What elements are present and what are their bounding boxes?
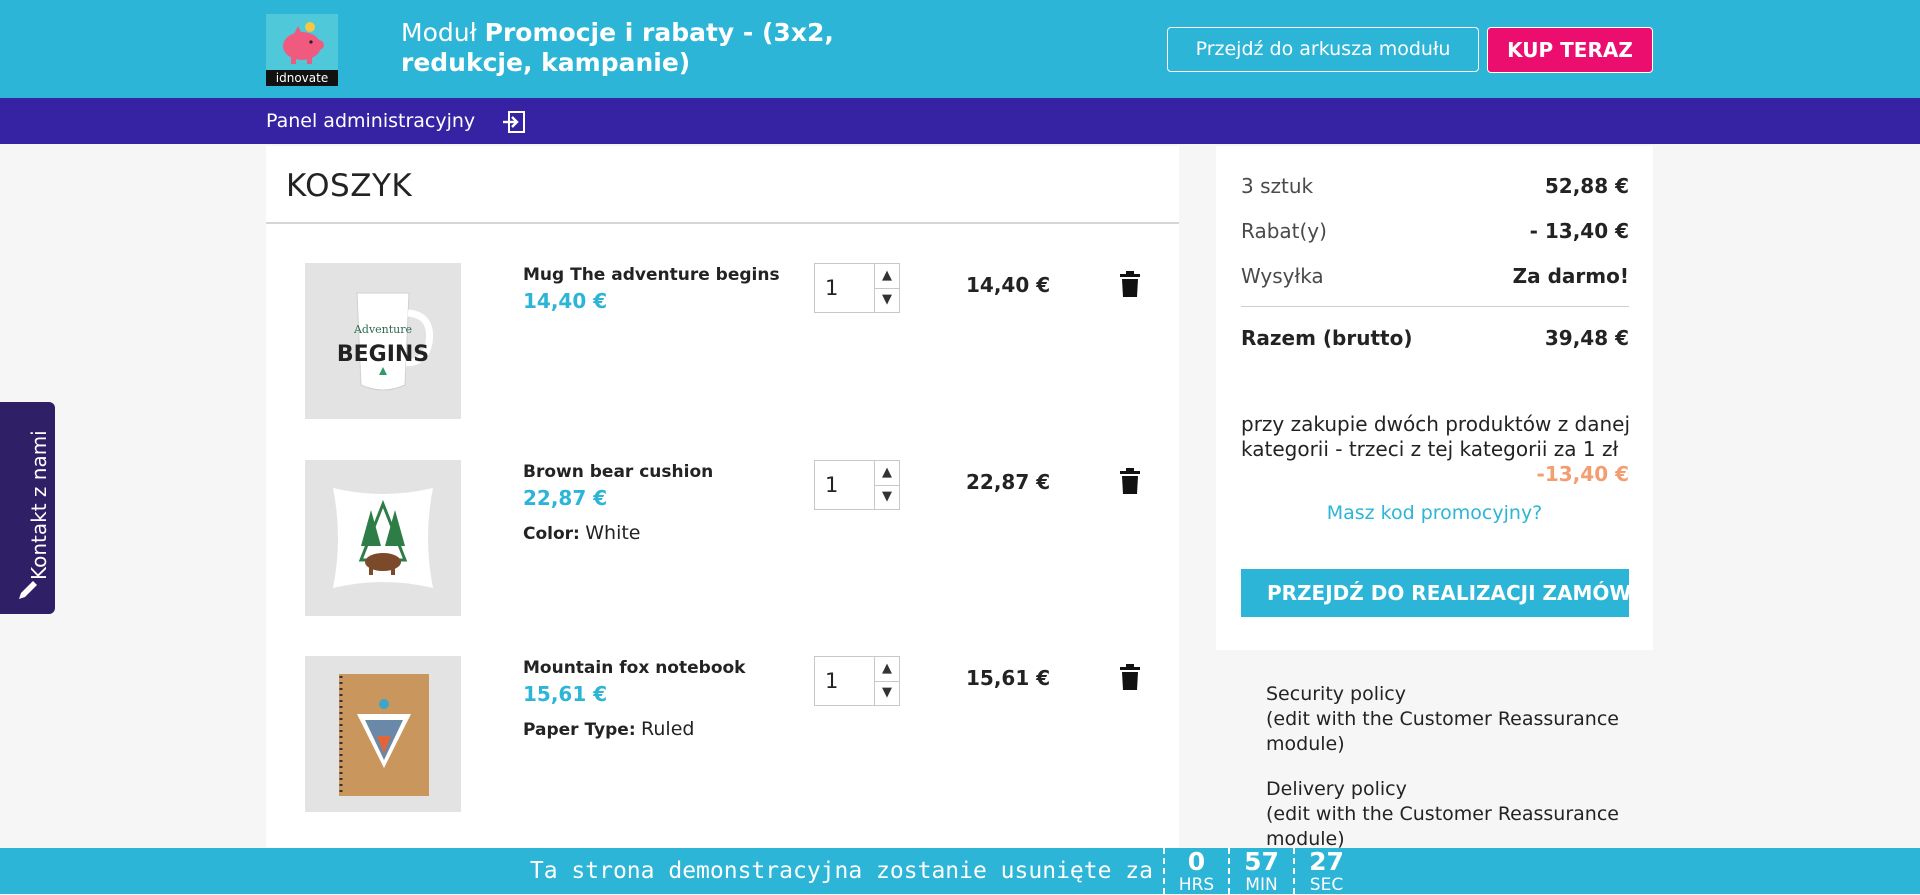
delete-icon[interactable] [1120, 271, 1140, 297]
cart-title: KOSZYK [286, 168, 413, 204]
logo[interactable]: idnovate [266, 14, 338, 86]
module-title-prefix: Moduł [401, 18, 485, 47]
promotion-amount: -13,40 € [1536, 462, 1629, 486]
countdown-bar: Ta strona demonstracyjna zostanie usunię… [0, 848, 1920, 894]
module-title: Moduł Promocje i rabaty - (3x2, redukcje… [401, 18, 961, 78]
summary-items-value: 52,88 € [1544, 174, 1629, 198]
promotion-description: przy zakupie dwóch produktów z danej kat… [1241, 412, 1631, 461]
quantity-input[interactable]: 1 [815, 461, 875, 509]
product-image-mug[interactable]: Adventure BEGINS [305, 263, 461, 419]
countdown-seconds: 27 SEC [1293, 848, 1358, 894]
product-name[interactable]: Mug The adventure begins [523, 265, 780, 285]
countdown-seconds-value: 27 [1309, 847, 1344, 876]
divider [1241, 306, 1629, 307]
quantity-stepper[interactable]: 1 ▲ ▼ [814, 460, 900, 510]
attribute-value: White [585, 522, 641, 544]
admin-bar: Panel administracyjny [0, 98, 1920, 144]
chevron-down-icon[interactable]: ▼ [875, 485, 899, 509]
countdown-message: Ta strona demonstracyjna zostanie usunię… [529, 858, 1153, 884]
svg-text:Adventure: Adventure [353, 323, 412, 336]
chevron-up-icon[interactable]: ▲ [875, 461, 899, 486]
product-attribute: Paper Type: Ruled [523, 718, 694, 740]
divider [266, 222, 1179, 224]
cushion-image [305, 460, 461, 616]
line-total: 15,61 € [966, 666, 1051, 690]
product-image-cushion[interactable] [305, 460, 461, 616]
quantity-stepper[interactable]: 1 ▲ ▼ [814, 656, 900, 706]
chevron-up-icon[interactable]: ▲ [875, 264, 899, 289]
product-price: 15,61 € [523, 682, 608, 706]
buy-now-button[interactable]: KUP TERAZ [1487, 27, 1653, 73]
countdown-minutes-label: MIN [1245, 875, 1278, 895]
summary-shipping-label: Wysyłka [1241, 264, 1324, 288]
logo-text: idnovate [266, 70, 338, 86]
quantity-input[interactable]: 1 [815, 657, 875, 705]
top-header: idnovate Moduł Promocje i rabaty - (3x2,… [0, 0, 1920, 98]
reassurance-desc: (edit with the Customer Reassurance modu… [1266, 708, 1619, 755]
reassurance-security: Security policy (edit with the Customer … [1216, 682, 1636, 757]
product-price: 14,40 € [523, 289, 608, 313]
attribute-name: Paper Type: [523, 720, 636, 740]
countdown-seconds-label: SEC [1309, 875, 1344, 895]
chevron-up-icon[interactable]: ▲ [875, 657, 899, 682]
cart-item: Adventure BEGINS Mug The adventure begin… [266, 263, 1179, 423]
admin-panel-link[interactable]: Panel administracyjny [266, 108, 475, 134]
reassurance-desc: (edit with the Customer Reassurance modu… [1266, 803, 1619, 850]
module-sheet-button[interactable]: Przejdź do arkusza modułu [1167, 27, 1479, 72]
countdown-minutes: 57 MIN [1228, 848, 1293, 894]
summary-shipping-value: Za darmo! [1512, 264, 1629, 288]
cart-summary: 3 sztuk 52,88 € Rabat(y) - 13,40 € Wysył… [1216, 146, 1653, 650]
mug-image: Adventure BEGINS [305, 263, 461, 419]
summary-total-value: 39,48 € [1544, 326, 1629, 350]
reassurance-title: Delivery policy [1266, 778, 1407, 800]
summary-discount-label: Rabat(y) [1241, 219, 1327, 243]
quantity-input[interactable]: 1 [815, 264, 875, 312]
summary-discount-value: - 13,40 € [1529, 219, 1629, 243]
line-total: 14,40 € [966, 273, 1051, 297]
countdown-hours-value: 0 [1187, 847, 1206, 876]
reassurance-title: Security policy [1266, 683, 1406, 705]
countdown-minutes-value: 57 [1244, 847, 1279, 876]
chevron-down-icon[interactable]: ▼ [875, 288, 899, 312]
attribute-value: Ruled [641, 718, 695, 740]
contact-tab-label[interactable]: Kontakt z nami [27, 430, 51, 580]
product-attribute: Color: White [523, 522, 641, 544]
cart-item: Mountain fox notebook 15,61 € Paper Type… [266, 656, 1179, 816]
cart-panel: KOSZYK Adventure BEGINS Mug The adventur… [266, 146, 1179, 894]
pencil-icon [19, 581, 37, 599]
notebook-image [305, 656, 461, 812]
reassurance-delivery: Delivery policy (edit with the Customer … [1216, 777, 1636, 852]
line-total: 22,87 € [966, 470, 1051, 494]
product-image-notebook[interactable] [305, 656, 461, 812]
contact-tab[interactable]: Kontakt z nami [0, 402, 55, 614]
product-name[interactable]: Brown bear cushion [523, 462, 713, 482]
product-name[interactable]: Mountain fox notebook [523, 658, 745, 678]
promo-code-link[interactable]: Masz kod promocyjny? [1216, 502, 1653, 524]
chevron-down-icon[interactable]: ▼ [875, 681, 899, 705]
summary-items-label: 3 sztuk [1241, 174, 1314, 198]
countdown-hours: 0 HRS [1163, 848, 1228, 894]
sign-in-icon[interactable] [502, 110, 526, 134]
svg-text:BEGINS: BEGINS [337, 342, 429, 367]
product-price: 22,87 € [523, 486, 608, 510]
cart-item: Brown bear cushion 22,87 € Color: White … [266, 460, 1179, 620]
quantity-stepper[interactable]: 1 ▲ ▼ [814, 263, 900, 313]
checkout-button[interactable]: PRZEJDŹ DO REALIZACJI ZAMÓWIENIA [1241, 569, 1629, 617]
delete-icon[interactable] [1120, 468, 1140, 494]
delete-icon[interactable] [1120, 664, 1140, 690]
summary-total-label: Razem (brutto) [1241, 326, 1413, 350]
countdown-hours-label: HRS [1178, 875, 1215, 895]
attribute-name: Color: [523, 524, 580, 544]
